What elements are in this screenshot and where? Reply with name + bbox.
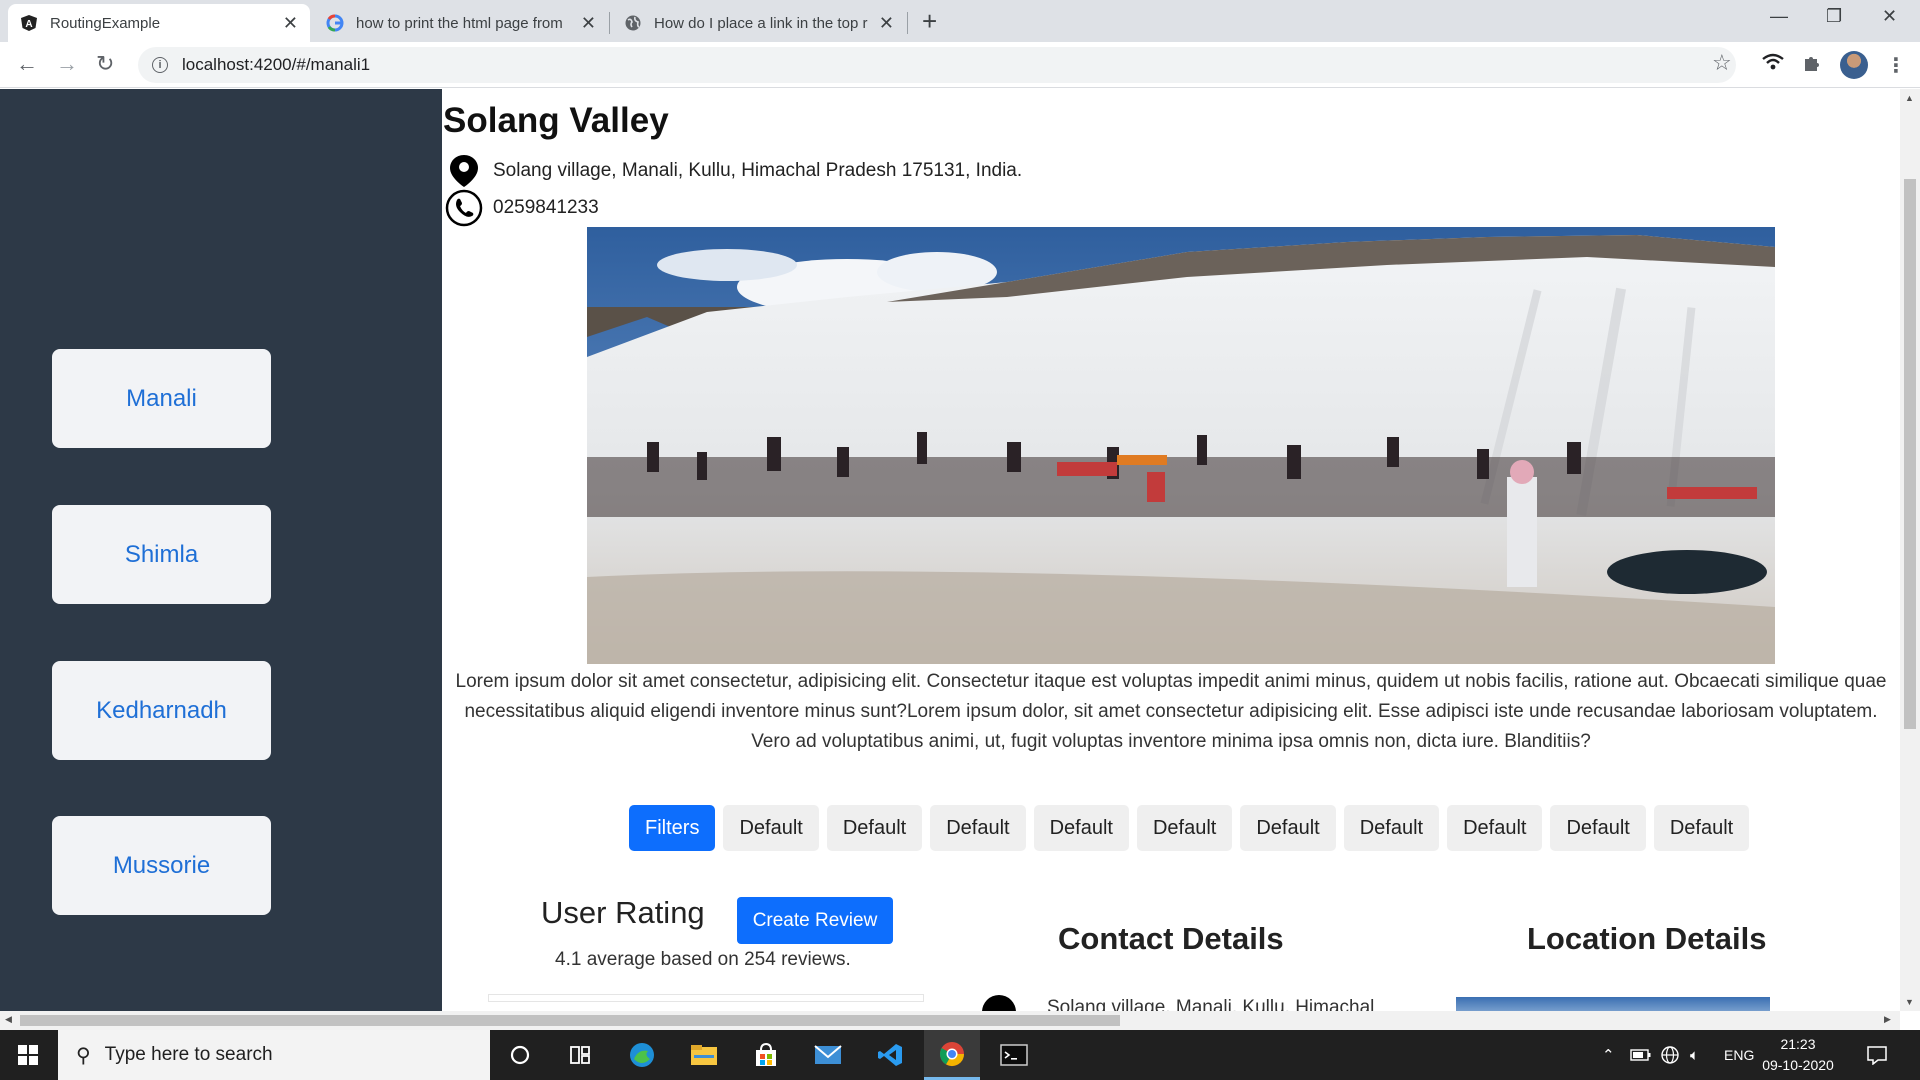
browser-tab-strip: A RoutingExample ✕ how to print the html…	[0, 0, 1920, 42]
sidebar-item-manali[interactable]: Manali	[52, 349, 271, 448]
phone-row: 0259841233	[445, 189, 599, 227]
contact-details-heading: Contact Details	[1058, 921, 1284, 956]
globe-icon	[624, 14, 642, 32]
browser-toolbar: ← → ↻ i localhost:4200/#/manali1 ☆ ⋮	[0, 42, 1920, 88]
tab-print-html[interactable]: how to print the html page from ✕	[314, 4, 608, 42]
address-text: Solang village, Manali, Kullu, Himachal …	[493, 160, 1023, 181]
default-button[interactable]: Default	[1033, 805, 1129, 851]
store-icon[interactable]	[738, 1030, 794, 1080]
menu-kebab-icon[interactable]: ⋮	[1886, 53, 1906, 78]
mail-icon[interactable]	[800, 1030, 856, 1080]
vscode-icon[interactable]	[862, 1030, 918, 1080]
sidebar: Manali Shimla Kedharnadh Mussorie	[0, 89, 442, 1011]
vertical-scrollbar[interactable]: ▲ ▼	[1900, 89, 1920, 1011]
horizontal-scrollbar[interactable]: ◀ ▶	[0, 1011, 1900, 1030]
edge-browser-icon[interactable]	[614, 1030, 670, 1080]
tab-separator	[609, 12, 610, 34]
bookmark-star-icon[interactable]: ☆	[1712, 50, 1732, 76]
battery-icon[interactable]	[1630, 1030, 1652, 1080]
extensions-puzzle-icon[interactable]	[1802, 53, 1822, 79]
place-description: Lorem ipsum dolor sit amet consectetur, …	[455, 671, 1887, 752]
contact-address-text: Solang village, Manali, Kullu, Himachal	[1047, 997, 1375, 1011]
svg-text:A: A	[25, 19, 32, 30]
cortana-icon[interactable]	[492, 1030, 548, 1080]
file-explorer-icon[interactable]	[676, 1030, 732, 1080]
profile-avatar[interactable]	[1840, 51, 1868, 79]
notifications-icon[interactable]	[1866, 1030, 1888, 1080]
location-details-heading: Location Details	[1527, 921, 1767, 956]
page-title: Solang Valley	[443, 101, 669, 140]
sidebar-item-mussorie[interactable]: Mussorie	[52, 816, 271, 915]
tab-title: How do I place a link in the top r	[654, 14, 868, 32]
default-button[interactable]: Default	[1343, 805, 1440, 851]
taskbar-search-placeholder: Type here to search	[104, 1044, 273, 1065]
close-window-icon[interactable]: ✕	[1882, 6, 1897, 27]
tab-close-icon[interactable]: ✕	[283, 13, 298, 34]
url-text: localhost:4200/#/manali1	[182, 55, 371, 74]
map-pin-icon	[450, 155, 478, 187]
site-info-icon[interactable]: i	[152, 57, 168, 73]
sidebar-item-kedharnadh[interactable]: Kedharnadh	[52, 661, 271, 760]
search-icon: ⚲	[76, 1044, 91, 1067]
vertical-scroll-thumb[interactable]	[1904, 179, 1916, 729]
angular-icon: A	[20, 14, 38, 32]
terminal-icon[interactable]	[986, 1030, 1042, 1080]
windows-taskbar: ⚲ Type here to search ⌃ 🔈︎ ENG 21:23 09-…	[0, 1030, 1920, 1080]
filters-button[interactable]: Filters	[629, 805, 716, 851]
back-arrow-icon[interactable]: ←	[16, 52, 38, 76]
taskbar-search-box[interactable]: ⚲ Type here to search	[58, 1030, 490, 1080]
system-clock[interactable]: 21:23 09-10-2020	[1758, 1034, 1838, 1076]
location-image	[1456, 997, 1770, 1011]
rating-divider	[488, 994, 924, 1002]
default-button[interactable]: Default	[1136, 805, 1233, 851]
user-rating-heading: User Rating	[541, 895, 705, 930]
volume-icon[interactable]: 🔈︎	[1690, 1030, 1699, 1080]
tab-separator	[907, 12, 908, 34]
default-button[interactable]: Default	[723, 805, 819, 851]
filter-button-row: Filters Default Default Default Default …	[629, 805, 1757, 851]
task-view-icon[interactable]	[552, 1030, 608, 1080]
network-globe-icon[interactable]	[1660, 1030, 1680, 1080]
tab-close-icon[interactable]: ✕	[581, 13, 596, 34]
contact-pin-icon	[982, 995, 1016, 1011]
tab-routing-example[interactable]: A RoutingExample ✕	[8, 4, 310, 42]
default-button[interactable]: Default	[930, 805, 1026, 851]
default-button[interactable]: Default	[1550, 805, 1646, 851]
minimize-icon[interactable]: —	[1770, 6, 1788, 27]
default-button[interactable]: Default	[1447, 805, 1543, 851]
reload-icon[interactable]: ↻	[96, 52, 114, 76]
address-row: Solang village, Manali, Kullu, Himachal …	[445, 152, 1022, 190]
language-indicator[interactable]: ENG	[1724, 1030, 1754, 1080]
tab-close-icon[interactable]: ✕	[879, 13, 894, 34]
default-button[interactable]: Default	[1240, 805, 1336, 851]
place-photo	[587, 227, 1775, 664]
show-hidden-icons[interactable]: ⌃	[1602, 1030, 1615, 1080]
restore-icon[interactable]: ❐	[1826, 6, 1842, 27]
tab-place-link[interactable]: How do I place a link in the top r ✕	[612, 4, 906, 42]
main-content: Solang Valley Solang village, Manali, Ku…	[442, 89, 1900, 1011]
wifi-icon[interactable]	[1762, 53, 1784, 77]
tab-title: how to print the html page from	[356, 14, 563, 32]
clock-time: 21:23	[1780, 1036, 1816, 1052]
chrome-icon[interactable]	[924, 1030, 980, 1080]
clock-date: 09-10-2020	[1762, 1057, 1834, 1073]
create-review-button[interactable]: Create Review	[737, 897, 893, 944]
default-button[interactable]: Default	[1653, 805, 1750, 851]
default-button[interactable]: Default	[826, 805, 923, 851]
address-bar[interactable]: i localhost:4200/#/manali1	[138, 47, 1736, 83]
rating-summary: 4.1 average based on 254 reviews.	[555, 949, 851, 970]
windows-start-icon[interactable]	[0, 1030, 56, 1080]
google-icon	[326, 14, 344, 32]
tab-title: RoutingExample	[50, 14, 161, 32]
phone-text: 0259841233	[493, 197, 599, 218]
forward-arrow-icon[interactable]: →	[56, 52, 78, 76]
phone-icon	[445, 189, 483, 227]
new-tab-plus-icon[interactable]: +	[922, 8, 937, 34]
horizontal-scroll-thumb[interactable]	[20, 1015, 1120, 1026]
sidebar-item-shimla[interactable]: Shimla	[52, 505, 271, 604]
